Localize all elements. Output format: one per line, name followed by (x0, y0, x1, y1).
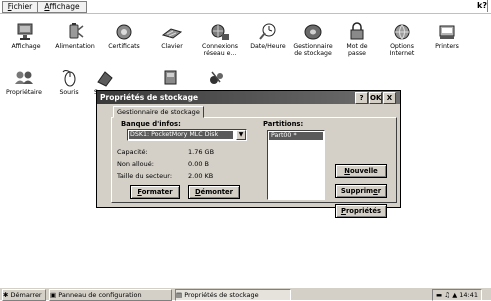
tab-gestionnaire-stockage[interactable]: Gestionnaire de stockage (113, 106, 204, 118)
capacity-label: Capacité: (117, 148, 148, 156)
partitions-list[interactable]: Part00 * (267, 130, 325, 200)
start-icon: ✱ (3, 291, 9, 299)
unallocated-value: 0.00 B (188, 160, 209, 168)
taskbar-task-storage-properties[interactable]: ▤ Propriétés de stockage (175, 289, 291, 301)
cp-item-options-internet[interactable]: Options Internet (378, 22, 426, 57)
delete-partition-button[interactable]: Supprimer (335, 184, 387, 198)
printer-icon (439, 25, 455, 39)
display-icon (17, 23, 33, 40)
new-partition-button[interactable]: Nouvelle (335, 164, 387, 178)
internet-icon (394, 24, 410, 40)
storage-icon (304, 24, 322, 40)
info-store-label: Banque d'infos: (121, 120, 181, 128)
partition-properties-button[interactable]: Propriétés (335, 204, 387, 218)
cp-item-clavier[interactable]: Clavier (148, 22, 196, 50)
chevron-down-icon[interactable]: ▼ (236, 130, 246, 140)
sector-size-value: 2.00 KB (188, 172, 214, 180)
cp-item-souris[interactable]: Souris (45, 68, 93, 96)
info-store-dropdown[interactable]: DSK1: PocketMory MLC Disk ▼ (127, 129, 247, 141)
cp-extra-icon-1[interactable] (160, 68, 182, 88)
clock-time[interactable]: 14:41 (459, 291, 478, 299)
system-icon (97, 71, 113, 87)
cp-item-alimentation[interactable]: Alimentation (51, 22, 99, 50)
cp-item-affichage[interactable]: Affichage (2, 22, 50, 50)
cp-item-connexions[interactable]: Connexions réseau e... (196, 22, 244, 57)
power-tray-icon[interactable]: ▲ (452, 291, 457, 299)
storage-task-icon: ▤ (176, 291, 183, 299)
help-icon[interactable]: k? (477, 1, 487, 10)
start-button[interactable]: ✱ Démarrer (2, 289, 46, 301)
power-icon (69, 23, 84, 39)
info-store-selected: DSK1: PocketMory MLC Disk (129, 131, 233, 139)
control-panel-icon: ▣ (50, 291, 57, 299)
list-item[interactable]: Part00 * (269, 132, 323, 140)
partitions-label: Partitions: (263, 120, 304, 128)
dialog-ok-button[interactable]: OK (369, 92, 382, 104)
clock-icon (259, 23, 276, 40)
capacity-value: 1.76 GB (188, 148, 215, 156)
dialog-help-button[interactable]: ? (355, 92, 368, 104)
dialog-close-button[interactable]: X (383, 92, 396, 104)
menu-affichage[interactable]: Affichage (37, 1, 87, 13)
network-tray-icon[interactable]: ▬ (436, 291, 442, 299)
format-button[interactable]: Formater (130, 185, 180, 199)
system-tray: ▬ ♫ ▲ 14:41 (432, 289, 482, 301)
cp-item-proprietaire[interactable]: Propriétaire (0, 68, 48, 96)
sector-size-label: Taille du secteur: (117, 172, 173, 180)
cp-item-certificats[interactable]: Certificats (100, 22, 148, 50)
storage-properties-dialog: Propriétés de stockage ? OK X Gestionnai… (96, 90, 401, 218)
menu-bar: Fichier Affichage k? (0, 0, 491, 14)
cp-item-gestionnaire-stockage[interactable]: Gestionnaire de stockage (289, 22, 337, 57)
volume-tray-icon[interactable]: ♫ (444, 291, 450, 299)
keyboard-icon (161, 28, 183, 39)
unallocated-label: Non alloué: (117, 160, 154, 168)
taskbar-task-control-panel[interactable]: ▣ Panneau de configuration (49, 289, 172, 301)
mouse-icon (62, 70, 76, 87)
network-icon (211, 24, 229, 40)
password-icon (350, 22, 364, 40)
cp-item-printers[interactable]: Printers (423, 22, 471, 50)
menu-fichier[interactable]: Fichier (2, 1, 38, 13)
taskbar: ✱ Démarrer ▣ Panneau de configuration ▤ … (0, 287, 491, 301)
cp-item-date-heure[interactable]: Date/Heure (244, 22, 292, 50)
menubar-edge (487, 0, 491, 12)
owner-icon (15, 71, 33, 84)
cp-item-mot-de-passe[interactable]: Mot de passe (333, 22, 381, 57)
dialog-titlebar[interactable]: Propriétés de stockage ? OK X (97, 91, 400, 104)
cp-extra-icon-2[interactable] (206, 68, 228, 88)
certificates-icon (116, 24, 132, 40)
dialog-title: Propriétés de stockage (100, 93, 199, 102)
dismount-button[interactable]: Démonter (188, 185, 240, 199)
